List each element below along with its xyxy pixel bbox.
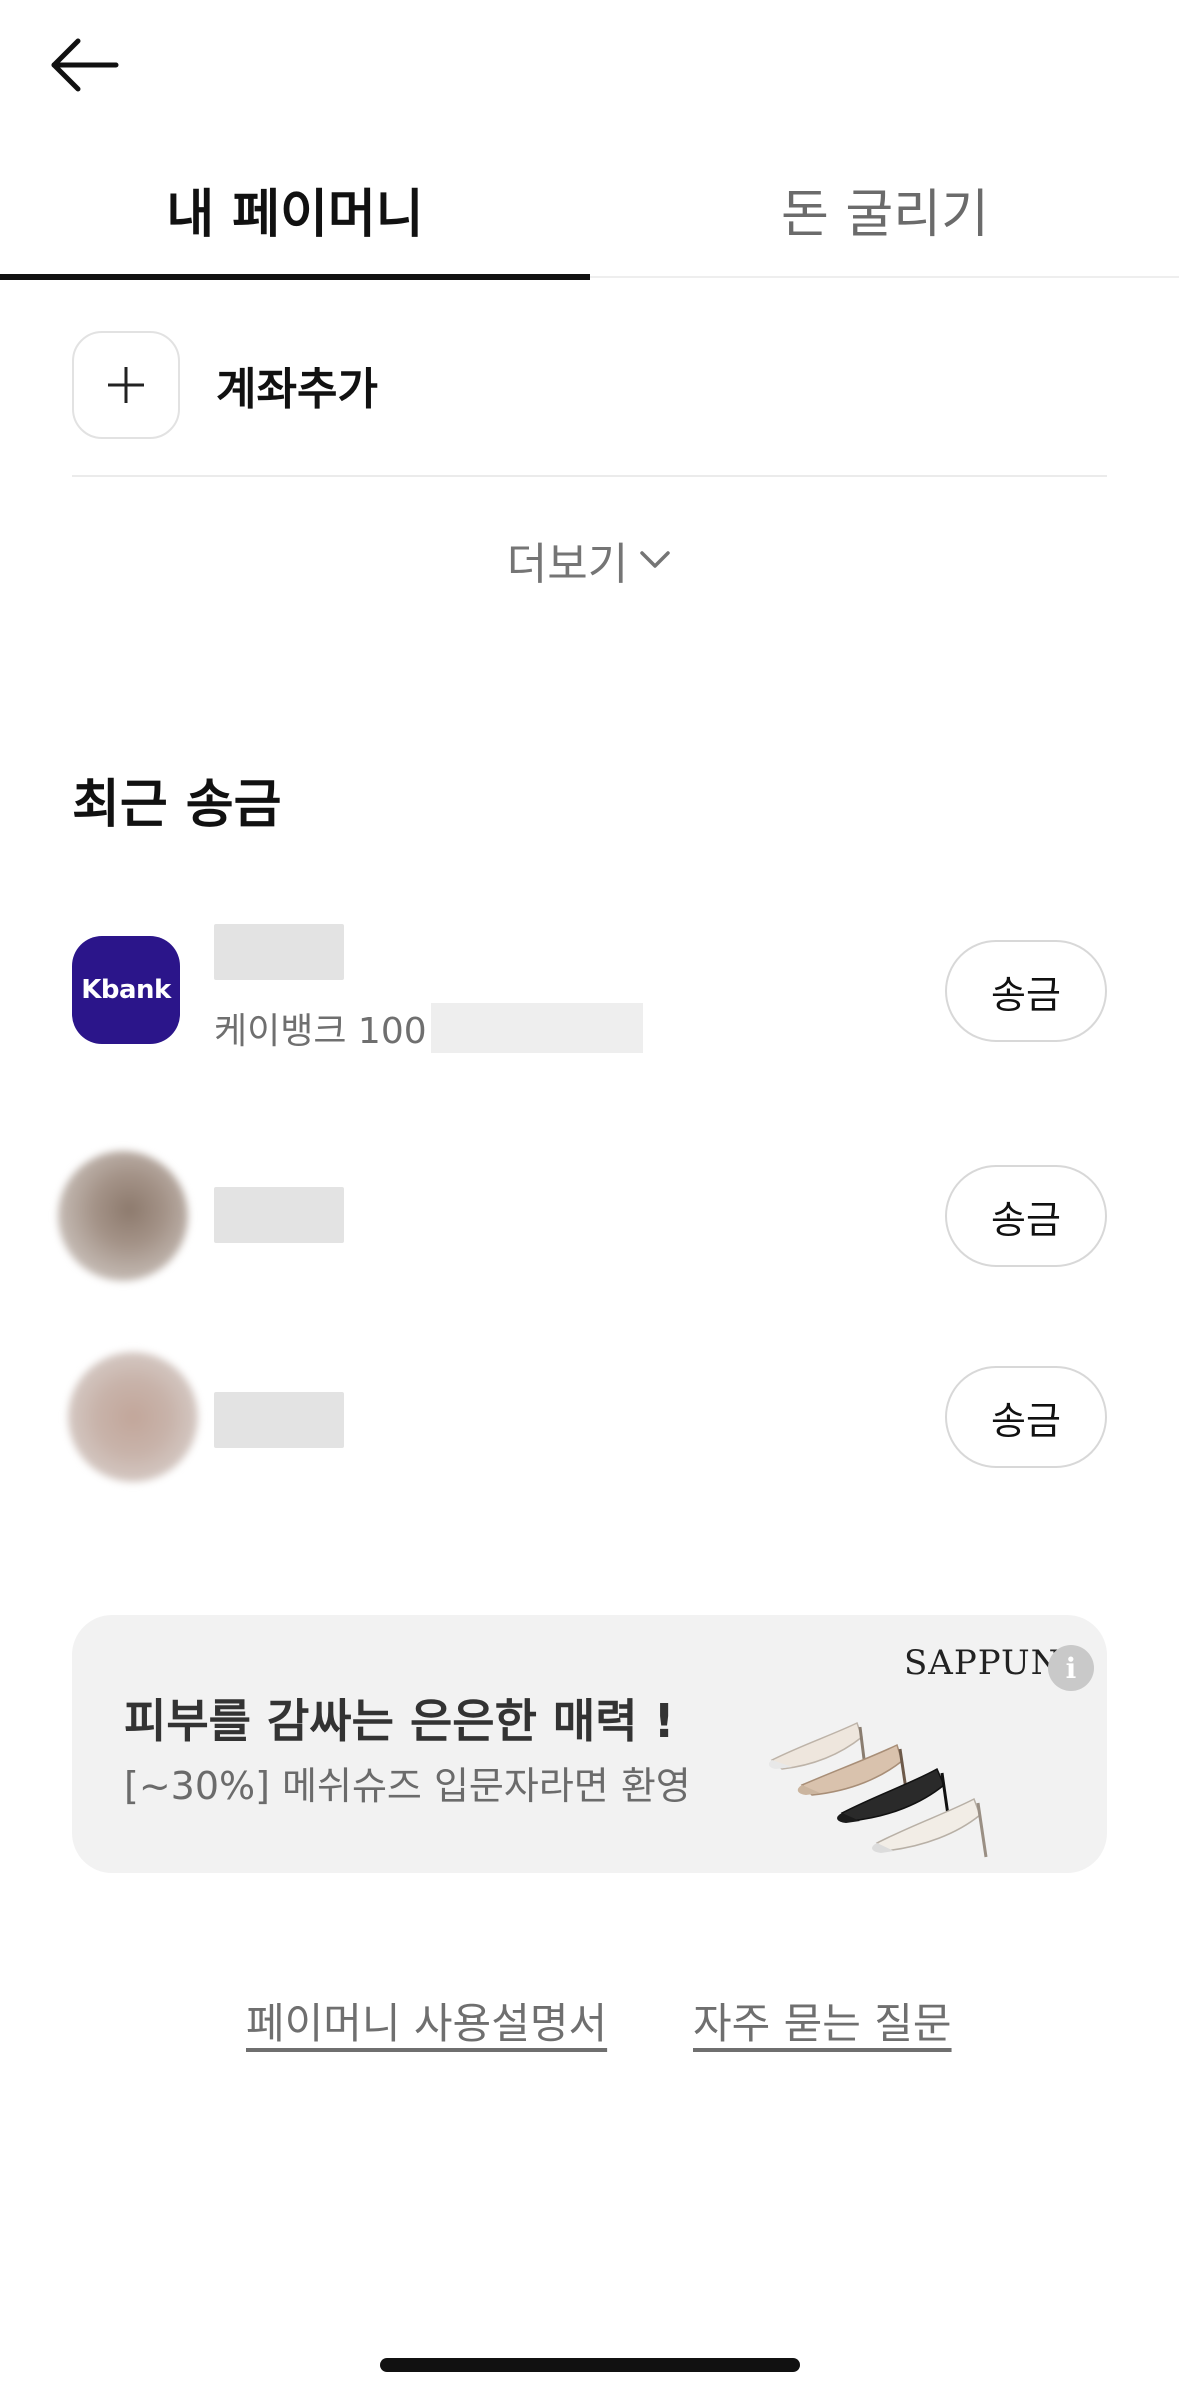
send-button[interactable]: 송금 (945, 1165, 1107, 1267)
guide-link[interactable]: 페이머니 사용설명서 (246, 1990, 607, 2051)
ad-banner[interactable]: 피부를 감싸는 은은한 매력 ! [~30%] 메쉬슈즈 입문자라면 환영 SA… (72, 1615, 1107, 1873)
tab-invest[interactable]: 돈 굴리기 (590, 140, 1179, 278)
recent-transfer-item[interactable]: 송금 (0, 1350, 1179, 1490)
recipient-name-redacted (214, 1187, 344, 1243)
avatar (68, 1352, 198, 1482)
recent-transfer-item[interactable]: 송금 (0, 1145, 1179, 1285)
tab-label: 내 페이머니 (166, 184, 424, 245)
recent-transfer-item[interactable]: Kbank 케이뱅크 100 송금 (0, 920, 1179, 1060)
recipient-name-redacted (214, 924, 344, 980)
recent-transfer-title: 최근 송금 (72, 775, 282, 835)
shoes-image (768, 1721, 988, 1858)
back-button[interactable] (44, 30, 124, 100)
ad-subtitle: [~30%] 메쉬슈즈 입문자라면 환영 (124, 1764, 691, 1808)
add-account-label: 계좌추가 (216, 364, 378, 415)
plus-icon (72, 331, 180, 439)
home-indicator (380, 2358, 800, 2372)
send-button[interactable]: 송금 (945, 940, 1107, 1042)
divider (72, 475, 1107, 477)
send-button[interactable]: 송금 (945, 1366, 1107, 1468)
recipient-name-redacted (214, 1392, 344, 1448)
faq-link[interactable]: 자주 묻는 질문 (693, 1990, 952, 2051)
ad-title: 피부를 감싸는 은은한 매력 ! (124, 1694, 675, 1748)
kbank-logo: Kbank (72, 936, 180, 1044)
tab-label: 돈 굴리기 (781, 184, 989, 245)
account-number-redacted (430, 1003, 643, 1053)
arrow-left-icon (51, 38, 119, 92)
tab-bar: 내 페이머니 돈 굴리기 (0, 140, 1179, 280)
tab-my-paymoney[interactable]: 내 페이머니 (0, 140, 590, 280)
more-label: 더보기 (506, 539, 629, 590)
add-account-button[interactable]: 계좌추가 (72, 330, 378, 440)
more-button[interactable]: 더보기 (0, 520, 1179, 600)
avatar (58, 1151, 188, 1281)
account-info: 케이뱅크 100 (214, 1002, 643, 1054)
chevron-down-icon (640, 551, 670, 568)
footer-links: 페이머니 사용설명서 자주 묻는 질문 (0, 1990, 1179, 2050)
info-icon[interactable]: i (1048, 1645, 1094, 1691)
